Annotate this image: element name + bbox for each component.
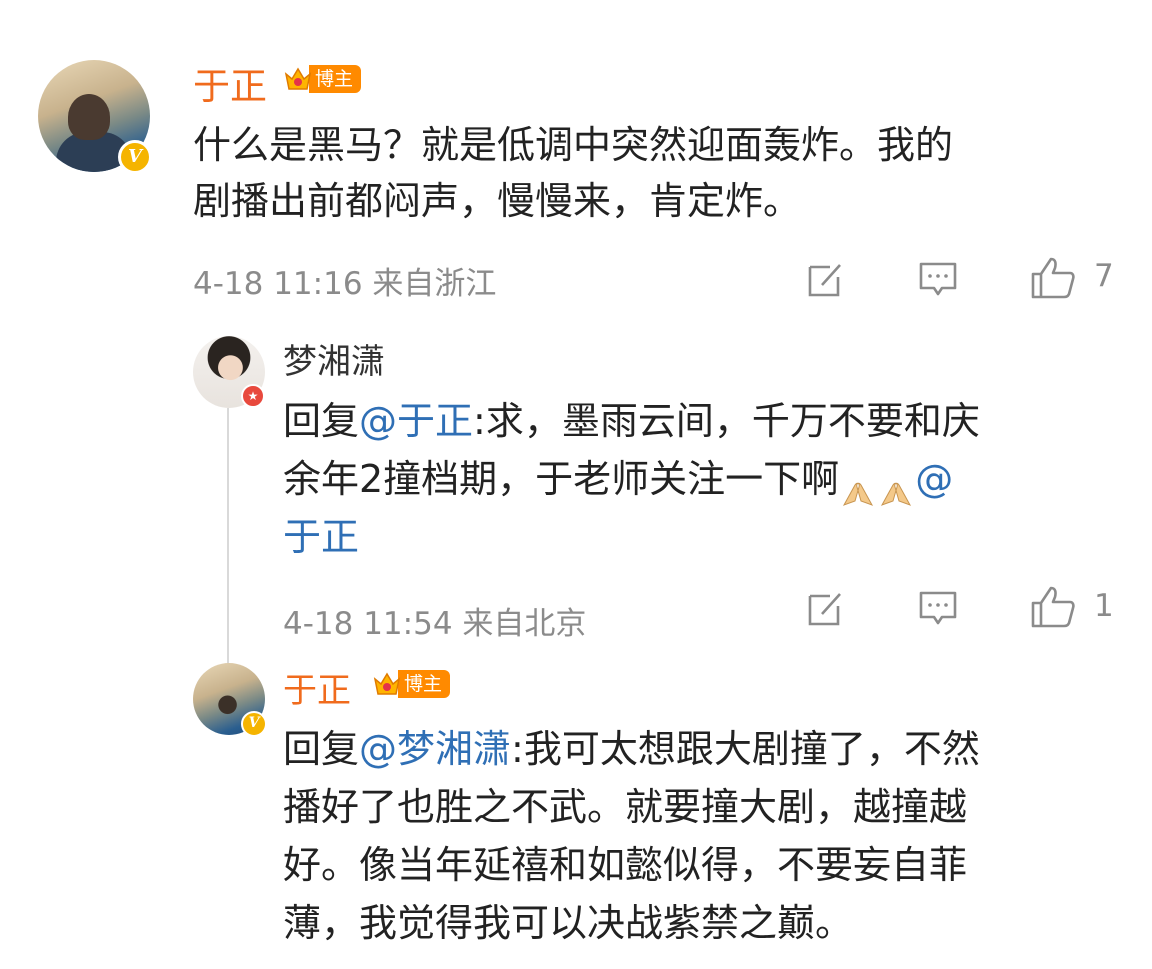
post-text: 什么是黑马？就是低调中突然迎面轰炸。我的 剧播出前都闷声，慢慢来，肯定炸。	[193, 123, 954, 223]
verified-v-icon: V	[241, 711, 267, 737]
author-name[interactable]: 于正	[283, 663, 351, 712]
author-name[interactable]: 梦湘潇	[283, 334, 385, 383]
comment-icon[interactable]	[918, 259, 958, 299]
edit-icon[interactable]	[806, 588, 846, 628]
like-count: 1	[1094, 588, 1114, 624]
pray-emoji-icon	[839, 467, 877, 506]
author-name[interactable]: 于正	[193, 56, 267, 110]
blogger-badge: 博主	[283, 62, 362, 96]
mention-link[interactable]: 于正	[283, 515, 359, 559]
mention-link[interactable]: @于正	[359, 399, 473, 443]
post-meta: 4-18 11:16 来自浙江	[193, 266, 497, 302]
mention-link[interactable]: @	[915, 457, 953, 501]
edit-icon[interactable]	[806, 259, 846, 299]
pray-emoji-icon	[877, 467, 915, 506]
reply-text: 回复@梦湘潇:我可太想跟大剧撞了，不然 播好了也胜之不武。就要撞大剧，越撞越 好…	[283, 727, 980, 945]
comment-icon[interactable]	[918, 588, 958, 628]
crown-icon	[283, 64, 313, 94]
reply-text: 回复@于正:求，墨雨云间，千万不要和庆 余年2撞档期，于老师关注一下啊 @ 于正	[283, 399, 980, 559]
reply-meta: 4-18 11:54 来自北京	[283, 606, 587, 642]
crown-icon	[372, 669, 402, 699]
member-star-icon: ★	[241, 384, 265, 408]
blogger-badge: 博主	[372, 667, 451, 701]
mention-link[interactable]: @梦湘潇	[359, 727, 511, 771]
verified-v-icon: V	[118, 140, 152, 174]
thread-line	[227, 408, 229, 666]
like-icon[interactable]	[1030, 256, 1076, 300]
like-count: 7	[1094, 258, 1114, 294]
like-icon[interactable]	[1030, 585, 1076, 629]
